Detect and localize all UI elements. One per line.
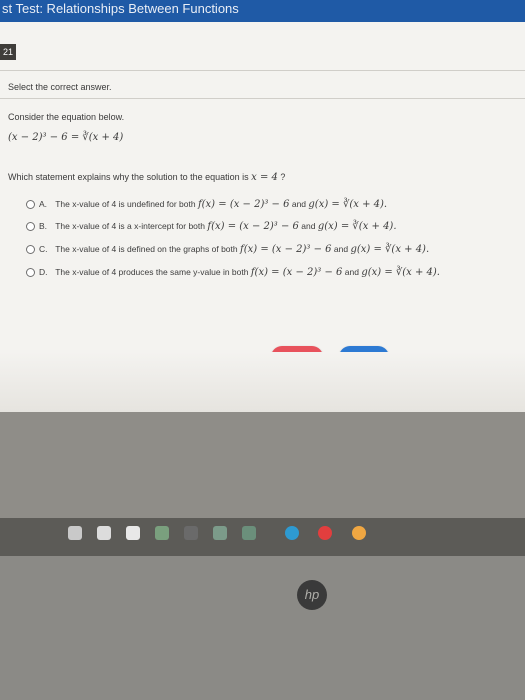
settings-icon[interactable] xyxy=(318,526,332,540)
window-title: st Test: Relationships Between Functions xyxy=(0,0,525,22)
option-letter: B. xyxy=(39,221,48,231)
option-g: g(x) = ∛(x + 4). xyxy=(350,244,430,255)
statement-prefix: Which statement explains why the solutio… xyxy=(8,172,249,182)
option-a[interactable]: A. The x-value of 4 is undefined for bot… xyxy=(26,199,387,213)
option-f: f(x) = (x − 2)³ − 6 xyxy=(250,267,343,278)
option-d[interactable]: D. The x-value of 4 produces the same y-… xyxy=(26,267,440,281)
option-b[interactable]: B. The x-value of 4 is a x-intercept for… xyxy=(26,221,397,235)
media-icon[interactable] xyxy=(352,526,366,540)
option-g: g(x) = ∛(x + 4). xyxy=(361,267,440,278)
statement-text: Which statement explains why the solutio… xyxy=(8,172,285,183)
equation: (x − 2)³ − 6 = ∛(x + 4) xyxy=(8,132,124,143)
laptop-bezel xyxy=(0,556,525,700)
statement-suffix: ? xyxy=(280,172,286,182)
option-f: f(x) = (x − 2)³ − 6 xyxy=(197,199,290,210)
radio-icon[interactable] xyxy=(26,200,35,210)
app-icon[interactable] xyxy=(242,526,256,540)
radio-icon[interactable] xyxy=(26,268,35,278)
calendar-icon[interactable] xyxy=(126,526,140,540)
option-text: The x-value of 4 is a x-intercept for bo… xyxy=(55,221,205,231)
option-text: The x-value of 4 is undefined for both xyxy=(55,199,196,209)
option-and: and xyxy=(291,199,307,209)
chrome-icon[interactable] xyxy=(68,526,82,540)
option-f: f(x) = (x − 2)³ − 6 xyxy=(240,244,332,255)
option-g: g(x) = ∛(x + 4). xyxy=(317,221,397,232)
files-icon[interactable] xyxy=(155,526,169,540)
next-button[interactable]: Next xyxy=(339,346,389,368)
network-icon[interactable] xyxy=(285,526,299,540)
option-and: and xyxy=(333,244,349,254)
option-c[interactable]: C. The x-value of 4 is defined on the gr… xyxy=(26,244,429,258)
option-letter: A. xyxy=(39,199,48,209)
option-text: The x-value of 4 is defined on the graph… xyxy=(55,244,238,254)
option-and: and xyxy=(301,221,316,231)
option-g: g(x) = ∛(x + 4). xyxy=(308,199,388,210)
option-f: f(x) = (x − 2)³ − 6 xyxy=(207,221,299,232)
dropbox-icon[interactable] xyxy=(97,526,111,540)
divider xyxy=(0,70,525,71)
gallery-icon[interactable] xyxy=(213,526,227,540)
option-letter: C. xyxy=(39,244,48,254)
reset-button[interactable]: Reset xyxy=(271,346,323,368)
prompt-text: Consider the equation below. xyxy=(8,112,125,122)
option-text: The x-value of 4 produces the same y-val… xyxy=(55,267,249,277)
divider xyxy=(0,98,525,99)
option-and: and xyxy=(344,267,359,277)
question-page: 21 Select the correct answer. Consider t… xyxy=(0,22,525,412)
radio-icon[interactable] xyxy=(26,222,35,232)
instruction-text: Select the correct answer. xyxy=(8,82,112,92)
option-letter: D. xyxy=(39,267,48,277)
statement-math: x = 4 xyxy=(251,172,278,183)
radio-icon[interactable] xyxy=(26,245,35,255)
text-icon[interactable] xyxy=(184,526,198,540)
hp-logo: hp xyxy=(297,580,327,610)
question-number: 21 xyxy=(0,44,16,60)
